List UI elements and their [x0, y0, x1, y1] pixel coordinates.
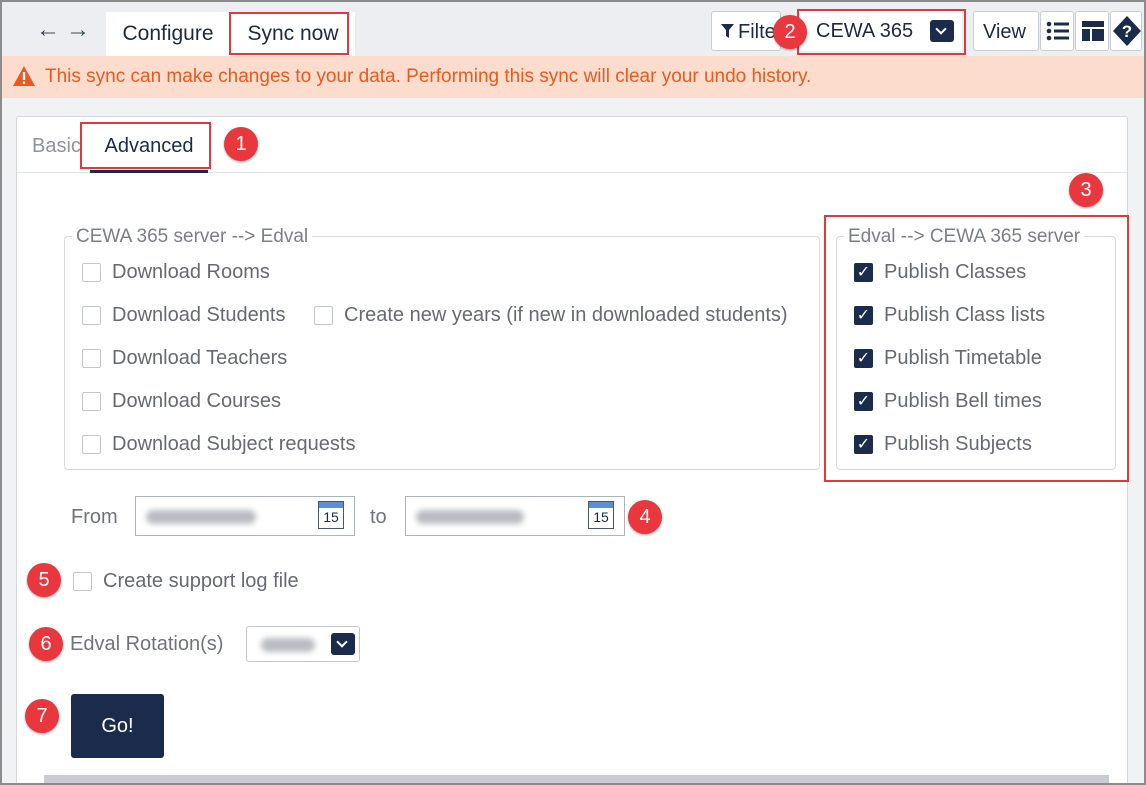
callout-badge-2: 2 [773, 15, 807, 49]
calendar-icon[interactable]: 15 [318, 501, 344, 529]
support-log-checkbox[interactable] [73, 571, 92, 591]
callout-badge-3: 3 [1069, 173, 1103, 207]
download-students-option[interactable]: Download Students [82, 303, 285, 327]
layout-button[interactable] [1075, 11, 1109, 51]
help-icon: ? [1113, 16, 1141, 46]
warning-triangle-icon [13, 66, 35, 86]
download-subject-requests-checkbox[interactable] [82, 434, 101, 454]
download-rooms-checkbox[interactable] [82, 262, 101, 282]
highlight-dataset-select [797, 9, 966, 55]
calendar-icon[interactable]: 15 [588, 501, 614, 529]
highlight-sync-now [229, 12, 349, 55]
warning-banner: This sync can make changes to your data.… [2, 56, 1144, 98]
download-group-legend: CEWA 365 server --> Edval [72, 226, 313, 248]
warning-text: This sync can make changes to your data.… [45, 66, 812, 87]
callout-badge-7: 7 [25, 699, 59, 733]
filter-button[interactable]: Filte [711, 11, 781, 51]
download-rooms-option[interactable]: Download Rooms [82, 260, 270, 284]
svg-text:?: ? [1122, 22, 1132, 41]
to-date-input[interactable]: 15 [405, 496, 625, 536]
subtab-basic[interactable]: Basic [32, 135, 82, 158]
download-subject-requests-option[interactable]: Download Subject requests [82, 432, 355, 456]
view-label: View [983, 21, 1026, 43]
to-date-value-redacted [416, 510, 524, 524]
from-date-input[interactable]: 15 [135, 496, 355, 536]
rotation-label: Edval Rotation(s) [70, 633, 224, 655]
callout-badge-6: 6 [29, 627, 63, 661]
callout-badge-5: 5 [27, 563, 61, 597]
list-view-button[interactable] [1040, 11, 1074, 51]
rotation-dropdown-chevron-icon[interactable] [331, 633, 355, 655]
download-students-checkbox[interactable] [82, 305, 101, 325]
list-icon [1046, 21, 1069, 41]
forward-arrow-icon[interactable]: → [66, 18, 90, 42]
from-label: From [71, 506, 118, 528]
go-button-label: Go! [101, 715, 134, 737]
download-courses-option[interactable]: Download Courses [82, 389, 281, 413]
from-date-value-redacted [146, 510, 256, 524]
download-subject-requests-label: Download Subject requests [112, 432, 356, 455]
support-log-option[interactable]: Create support log file [73, 569, 299, 593]
tab-configure[interactable]: Configure [106, 12, 230, 56]
subtab-basic-label: Basic [32, 135, 81, 157]
download-courses-checkbox[interactable] [82, 391, 101, 411]
download-teachers-checkbox[interactable] [82, 348, 101, 368]
download-teachers-option[interactable]: Download Teachers [82, 346, 287, 370]
download-students-label: Download Students [112, 303, 286, 326]
download-rooms-label: Download Rooms [112, 260, 270, 283]
go-button[interactable]: Go! [71, 694, 164, 758]
download-teachers-label: Download Teachers [112, 346, 288, 369]
create-new-years-checkbox[interactable] [314, 305, 333, 325]
create-new-years-option[interactable]: Create new years (if new in downloaded s… [314, 303, 788, 327]
download-courses-label: Download Courses [112, 389, 281, 412]
rotation-select[interactable] [246, 626, 360, 662]
filter-label: Filte [738, 21, 776, 43]
horizontal-scrollbar[interactable] [44, 775, 1109, 785]
support-log-label: Create support log file [103, 569, 299, 592]
to-label: to [370, 506, 387, 528]
rotation-value-redacted [261, 638, 315, 652]
help-button[interactable]: ? [1110, 11, 1142, 51]
callout-badge-4: 4 [628, 500, 662, 534]
back-arrow-icon[interactable]: ← [36, 18, 60, 42]
filter-icon [721, 24, 734, 38]
tab-configure-label: Configure [122, 22, 214, 45]
highlight-publish-group [824, 215, 1129, 482]
view-button[interactable]: View [973, 11, 1039, 51]
create-new-years-label: Create new years (if new in downloaded s… [344, 303, 788, 326]
layout-icon [1082, 21, 1104, 41]
callout-badge-1: 1 [224, 127, 258, 161]
highlight-advanced-tab [80, 122, 211, 169]
